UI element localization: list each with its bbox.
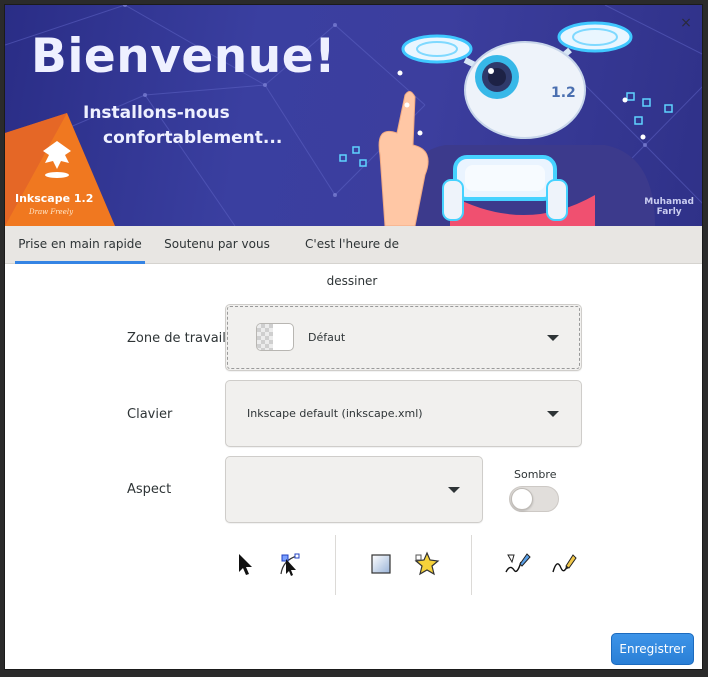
workspace-label: Zone de travail bbox=[127, 331, 226, 346]
keyboard-label: Clavier bbox=[127, 407, 173, 422]
selector-arrow-icon[interactable] bbox=[231, 550, 259, 578]
workspace-value: Défaut bbox=[308, 331, 346, 344]
keyboard-value: Inkscape default (inkscape.xml) bbox=[247, 407, 423, 420]
tab-quick-start[interactable]: Prise en main rapide bbox=[15, 226, 145, 264]
artist-first-name: Muhamad bbox=[644, 197, 694, 207]
pencil-tool-icon[interactable] bbox=[549, 550, 577, 578]
artist-credit: Muhamad Farly bbox=[644, 197, 694, 217]
subtitle-line-2: confortablement... bbox=[103, 128, 283, 148]
workspace-theme-swatch bbox=[256, 323, 294, 351]
keyboard-dropdown[interactable]: Inkscape default (inkscape.xml) bbox=[225, 380, 582, 447]
logo-tagline: Draw Freely bbox=[29, 208, 74, 216]
robot-version-badge: 1.2 bbox=[551, 85, 576, 101]
tab-supported-by-you[interactable]: Soutenu par vous bbox=[155, 226, 279, 264]
dark-mode-toggle[interactable] bbox=[509, 486, 559, 512]
tool-group-separator bbox=[335, 535, 336, 595]
welcome-banner: Bienvenue! Installons-nous confortableme… bbox=[5, 5, 702, 226]
welcome-subtitle: Installons-nous confortablement... bbox=[83, 101, 323, 151]
chevron-down-icon bbox=[547, 335, 559, 341]
appearance-dropdown[interactable] bbox=[225, 456, 483, 523]
subtitle-line-1: Installons-nous bbox=[83, 103, 230, 123]
welcome-dialog: Bienvenue! Installons-nous confortableme… bbox=[4, 4, 703, 670]
chevron-down-icon bbox=[547, 411, 559, 417]
tool-group-separator bbox=[471, 535, 472, 595]
tab-time-to-draw[interactable]: C'est l'heure de dessiner bbox=[281, 226, 423, 288]
appearance-label: Aspect bbox=[127, 482, 172, 497]
logo-name: Inkscape 1.2 bbox=[15, 192, 94, 205]
node-editor-icon[interactable] bbox=[275, 550, 303, 578]
artist-last-name: Farly bbox=[656, 207, 682, 217]
close-button[interactable]: × bbox=[678, 15, 694, 31]
chevron-down-icon bbox=[448, 487, 460, 493]
pen-tool-icon[interactable] bbox=[503, 550, 531, 578]
robot-illustration: 1.2 bbox=[339, 21, 673, 226]
save-button[interactable]: Enregistrer bbox=[611, 633, 694, 665]
dark-mode-label: Sombre bbox=[514, 468, 557, 481]
tab-bar: Prise en main rapide Soutenu par vous C'… bbox=[5, 226, 702, 288]
rectangle-tool-icon[interactable] bbox=[367, 550, 395, 578]
toggle-knob bbox=[511, 488, 533, 510]
welcome-title: Bienvenue! bbox=[31, 29, 337, 84]
star-tool-icon[interactable] bbox=[413, 550, 441, 578]
workspace-dropdown[interactable]: Défaut bbox=[225, 304, 582, 371]
